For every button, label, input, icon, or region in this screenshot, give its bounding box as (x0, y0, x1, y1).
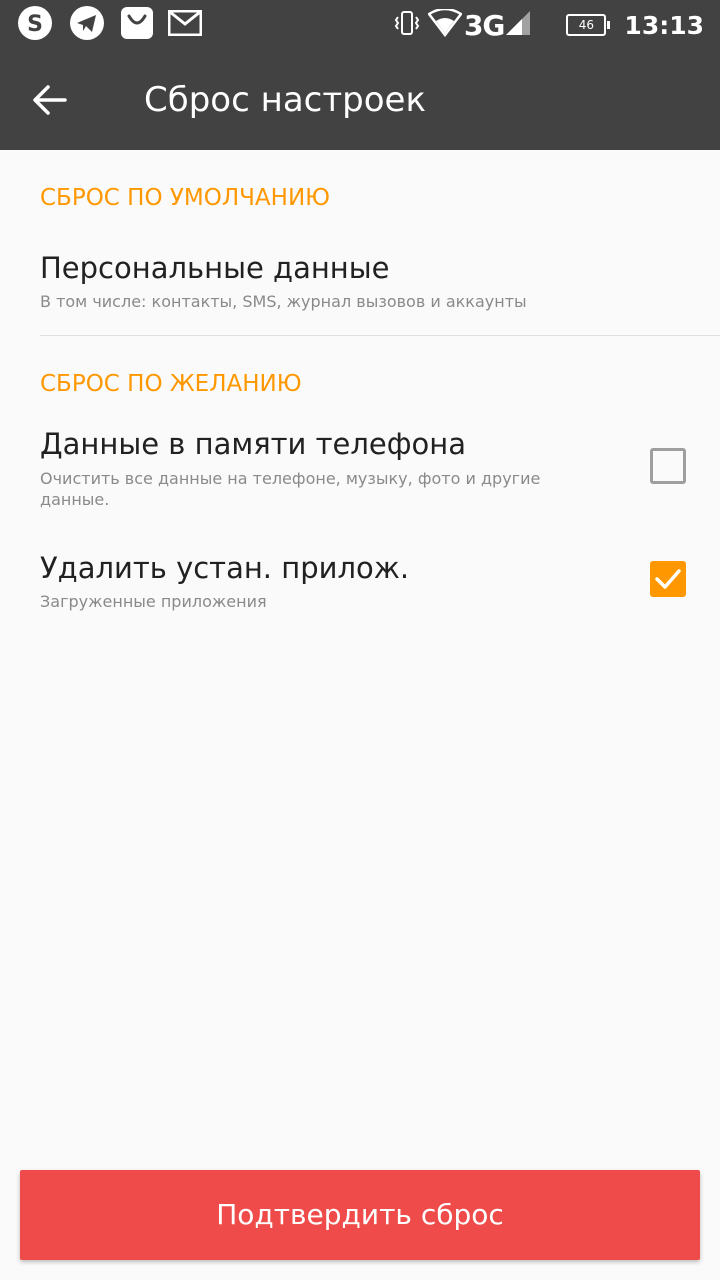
item-subtitle: Загруженные приложения (40, 592, 267, 611)
item-title: Персональные данные (40, 251, 390, 285)
notification-icons: S (16, 6, 203, 44)
mail-icon (167, 9, 203, 40)
item-title: Удалить устан. прилож. (40, 551, 410, 585)
network-type: 3G (463, 8, 505, 42)
clock: 13:13 (624, 10, 704, 40)
signal-icon (504, 9, 532, 41)
item-title: Данные в памяти телефона (40, 427, 467, 461)
battery-icon: 46 (566, 14, 611, 36)
phone-storage-checkbox[interactable] (650, 448, 686, 484)
delete-apps-checkbox[interactable] (650, 561, 686, 597)
confirm-reset-button[interactable]: Подтвердить сброс (20, 1170, 700, 1260)
skype-icon: S (16, 4, 54, 46)
telegram-icon (68, 4, 106, 46)
item-subtitle: В том числе: контакты, SMS, журнал вызов… (40, 292, 527, 311)
wifi-icon (427, 7, 463, 41)
shop-icon (120, 6, 154, 44)
app-bar: Сброс настроек (0, 50, 720, 150)
battery-level: 46 (578, 18, 595, 32)
system-icons: 3G 46 13:13 (392, 0, 704, 50)
section-header-optional: СБРОС ПО ЖЕЛАНИЮ (40, 371, 302, 397)
section-header-default: СБРОС ПО УМОЛЧАНИЮ (40, 185, 330, 211)
page-title: Сброс настроек (144, 80, 426, 120)
svg-text:S: S (27, 12, 43, 37)
status-bar: S 3G 46 13:13 (0, 0, 720, 50)
arrow-back-icon (33, 85, 67, 115)
back-button[interactable] (20, 70, 80, 130)
vibrate-icon (392, 8, 422, 42)
checkmark-icon (655, 569, 681, 589)
divider (40, 335, 720, 336)
item-subtitle: Очистить все данные на телефоне, музыку,… (40, 469, 541, 509)
